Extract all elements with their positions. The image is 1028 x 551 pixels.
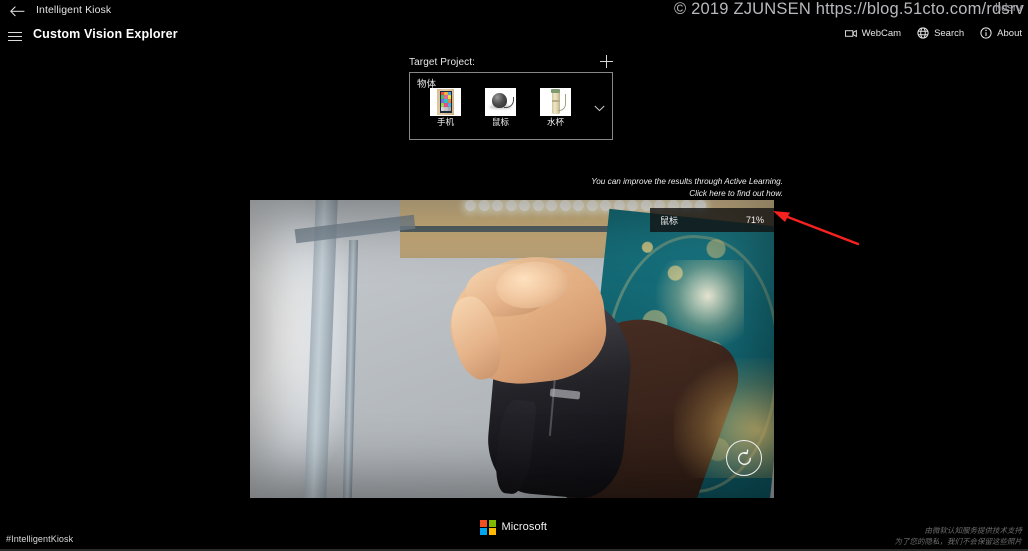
globe-icon [917, 27, 929, 39]
mouse-thumbnail [485, 88, 516, 116]
tag-thumbnail-list: 手机 鼠标 水杯 [427, 88, 574, 127]
target-project-label: Target Project: [409, 57, 475, 68]
legal-line-1: 由微软认知服务提供技术支持 [924, 525, 1023, 535]
hint-line-1: You can improve the results through Acti… [591, 177, 783, 186]
info-icon [980, 27, 992, 39]
microsoft-squares-icon [480, 519, 496, 535]
hint-line-2: Click here to find out how. [689, 188, 783, 198]
tag-item-phone[interactable]: 手机 [427, 88, 464, 127]
command-bar: Custom Vision Explorer WebCam Search Abo… [0, 22, 1028, 49]
tag-label-phone: 手机 [436, 117, 454, 127]
legal-line-2: 为了您的隐私，我们不会保留这些照片 [894, 536, 1023, 546]
nav-item-search[interactable]: Search [917, 27, 964, 39]
chevron-down-icon[interactable] [592, 101, 606, 115]
target-project-card[interactable]: 物体 手机 鼠标 水杯 [409, 72, 613, 140]
prediction-label-overlay: 鼠标 71% [650, 208, 774, 232]
watermark-text: © 2019 ZJUNSEN https://blog.51cto.com/rd… [674, 0, 1024, 18]
footer-bar: #IntelligentKiosk Microsoft 由微软认知服务提供技术支… [0, 505, 1028, 551]
webcam-icon [844, 27, 857, 39]
red-arrow-icon [770, 204, 860, 248]
nav-item-about[interactable]: About [980, 27, 1022, 39]
page-title: Custom Vision Explorer [33, 27, 178, 41]
tag-label-mouse: 鼠标 [491, 117, 509, 127]
legal-disclaimer: 由微软认知服务提供技术支持 为了您的隐私，我们不会保留这些照片 [895, 525, 1023, 548]
webcam-frame-image [250, 200, 774, 498]
nav-item-webcam-label: WebCam [861, 27, 902, 39]
app-root: Intelligent Kiosk © 2019 ZJUNSEN https:/… [0, 0, 1028, 551]
microsoft-logo: Microsoft [480, 519, 548, 535]
app-title: Intelligent Kiosk [36, 4, 112, 16]
webcam-viewport[interactable]: 鼠标 71% [250, 200, 774, 498]
tag-item-cup[interactable]: 水杯 [537, 88, 574, 127]
rotate-ccw-icon[interactable] [726, 440, 762, 476]
tag-label-cup: 水杯 [546, 117, 564, 127]
cup-thumbnail [540, 88, 571, 116]
prediction-tag-name: 鼠标 [660, 215, 679, 226]
back-arrow-icon[interactable] [8, 3, 26, 19]
microsoft-wordmark: Microsoft [501, 521, 548, 534]
tag-item-mouse[interactable]: 鼠标 [482, 88, 519, 127]
nav-item-search-label: Search [934, 27, 965, 39]
watermark-overlay-text: hdsrv [995, 2, 1022, 14]
nav-item-about-label: About [997, 27, 1022, 39]
phone-thumbnail [430, 88, 461, 116]
active-learning-hint[interactable]: You can improve the results through Acti… [583, 176, 783, 199]
hashtag-label: #IntelligentKiosk [6, 534, 74, 544]
nav-items: WebCam Search About [844, 27, 1022, 39]
plus-icon[interactable] [597, 52, 615, 70]
hamburger-menu-icon[interactable] [5, 27, 25, 45]
prediction-confidence: 71% [745, 215, 764, 225]
nav-item-webcam[interactable]: WebCam [844, 27, 902, 39]
